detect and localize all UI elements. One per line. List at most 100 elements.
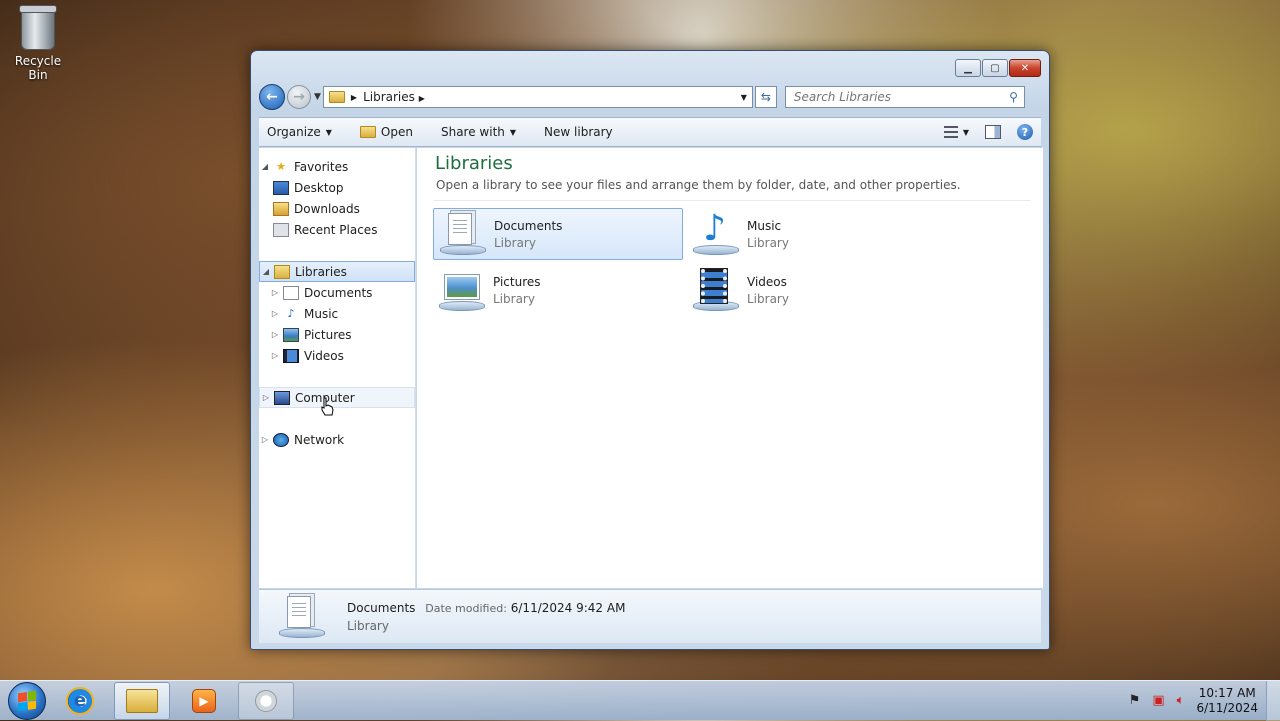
- documents-icon: [283, 285, 299, 300]
- expand-arrow-icon[interactable]: ◢: [260, 267, 272, 276]
- command-bar: Organize ▼ Open Share with ▼ New library…: [259, 117, 1041, 147]
- expand-arrow-icon[interactable]: ◢: [259, 162, 271, 171]
- collapsed-arrow-icon[interactable]: ▷: [260, 393, 272, 402]
- back-button[interactable]: ←: [259, 84, 285, 110]
- library-item-music[interactable]: ♪ Music Library: [687, 208, 937, 260]
- nav-videos[interactable]: ▷ Videos: [259, 345, 415, 366]
- nav-libraries[interactable]: ◢ Libraries: [259, 261, 415, 282]
- show-desktop-button[interactable]: [1266, 681, 1280, 721]
- share-with-button[interactable]: Share with ▼: [441, 125, 516, 139]
- media-player-icon: ▶: [192, 688, 216, 713]
- videos-icon: [283, 348, 299, 363]
- network-icon: [273, 432, 289, 447]
- breadcrumb-separator-icon[interactable]: ▶: [351, 93, 357, 102]
- page-title: Libraries: [435, 153, 513, 174]
- divider: [433, 200, 1031, 201]
- star-icon: ★: [276, 160, 286, 173]
- taskbar-windows-explorer[interactable]: [114, 681, 170, 720]
- network-status-icon[interactable]: ▣: [1152, 693, 1164, 708]
- nav-favorites[interactable]: ◢ ★ Favorites: [259, 156, 415, 177]
- desktop-icon: [273, 180, 289, 195]
- clock[interactable]: 10:17 AM 6/11/2024: [1196, 686, 1258, 716]
- refresh-icon: ⇆: [760, 90, 771, 104]
- nav-downloads[interactable]: Downloads: [259, 198, 415, 219]
- views-icon: [943, 126, 958, 138]
- recycle-bin-icon: [19, 5, 57, 50]
- address-dropdown-icon[interactable]: ▼: [741, 93, 747, 102]
- taskbar: e ▶ ⚑ ▣ 🔈︎ 10:17 AM 6/11/2024: [0, 680, 1280, 721]
- search-input[interactable]: [791, 89, 1010, 105]
- collapsed-arrow-icon[interactable]: ▷: [269, 288, 281, 297]
- system-tray: ⚑ ▣ 🔈︎ 10:17 AM 6/11/2024: [1129, 686, 1280, 716]
- windows-logo-icon: [18, 690, 36, 711]
- back-arrow-icon: ←: [266, 89, 278, 105]
- windows-explorer-icon: [126, 688, 158, 713]
- new-library-button[interactable]: New library: [544, 125, 613, 139]
- internet-explorer-icon: e: [66, 686, 94, 715]
- taskbar-media-player[interactable]: ▶: [176, 682, 232, 720]
- chevron-down-icon: ▼: [509, 127, 517, 137]
- details-pane: Documents Date modified: 6/11/2024 9:42 …: [259, 589, 1041, 643]
- chevron-down-icon: ▼: [325, 127, 332, 137]
- forward-arrow-icon: →: [293, 89, 305, 105]
- collapsed-arrow-icon[interactable]: ▷: [259, 435, 271, 444]
- open-folder-icon: [359, 126, 376, 138]
- recycle-bin-label: Recycle Bin: [14, 54, 62, 82]
- content-pane: Libraries Open a library to see your fil…: [417, 148, 1043, 588]
- preview-pane-icon[interactable]: [985, 125, 1001, 139]
- organize-button[interactable]: Organize ▼: [267, 125, 332, 139]
- taskbar-open-app[interactable]: [238, 681, 294, 720]
- nav-pictures[interactable]: ▷ Pictures: [259, 324, 415, 345]
- recent-places-icon: [273, 222, 289, 237]
- details-date-label: Date modified:: [425, 601, 507, 615]
- library-item-pictures[interactable]: Pictures Library: [433, 264, 683, 316]
- help-icon[interactable]: ?: [1017, 124, 1033, 140]
- start-button[interactable]: [8, 681, 46, 720]
- chevron-down-icon[interactable]: ▼: [963, 128, 969, 137]
- page-description: Open a library to see your files and arr…: [436, 178, 961, 192]
- nav-computer[interactable]: ▷ Computer: [259, 387, 415, 408]
- close-button[interactable]: ✕: [1009, 59, 1041, 77]
- details-type: Library: [347, 618, 389, 633]
- search-box[interactable]: ⚲: [784, 86, 1025, 108]
- nav-network[interactable]: ▷ Network: [259, 429, 415, 450]
- documents-library-icon: [438, 211, 488, 257]
- library-item-documents[interactable]: Documents Library: [433, 208, 683, 260]
- open-button[interactable]: Open: [359, 125, 413, 139]
- hand-cursor-icon: [321, 397, 334, 416]
- forward-button[interactable]: →: [287, 85, 311, 109]
- nav-desktop[interactable]: Desktop: [259, 177, 415, 198]
- library-item-videos[interactable]: Videos Library: [687, 264, 937, 316]
- clock-date: 6/11/2024: [1196, 700, 1258, 715]
- details-date-value: 6/11/2024 9:42 AM: [510, 600, 626, 615]
- navigation-pane: ◢ ★ Favorites Desktop Downloads Recent P…: [259, 148, 416, 588]
- nav-music[interactable]: ▷ ♪ Music: [259, 303, 415, 324]
- collapsed-arrow-icon[interactable]: ▷: [269, 330, 281, 339]
- search-icon[interactable]: ⚲: [1009, 90, 1018, 104]
- details-name: Documents: [347, 600, 416, 615]
- volume-muted-icon[interactable]: 🔈︎: [1177, 693, 1185, 708]
- address-row: ← → ▼ ▶ Libraries ▶ ▼ ⇆ ⚲: [259, 84, 1041, 110]
- address-bar[interactable]: ▶ Libraries ▶ ▼: [322, 86, 753, 108]
- change-view-button[interactable]: ▼: [943, 126, 969, 138]
- maximize-button[interactable]: ▢: [982, 59, 1008, 77]
- breadcrumb-chevron-icon[interactable]: ▶: [419, 94, 425, 103]
- action-center-flag-icon[interactable]: ⚑: [1129, 693, 1141, 708]
- downloads-icon: [273, 201, 289, 216]
- recycle-bin-desktop-icon[interactable]: Recycle Bin: [6, 5, 70, 82]
- refresh-button[interactable]: ⇆: [754, 86, 777, 108]
- window-controls: ▁ ▢ ✕: [955, 59, 1041, 77]
- disc-app-icon: [255, 689, 277, 712]
- clock-time: 10:17 AM: [1198, 685, 1256, 700]
- breadcrumb-libraries[interactable]: Libraries: [363, 90, 415, 104]
- recent-pages-dropdown[interactable]: ▼: [314, 92, 321, 102]
- nav-documents[interactable]: ▷ Documents: [259, 282, 415, 303]
- music-note-icon: ♪: [287, 307, 295, 320]
- nav-recent-places[interactable]: Recent Places: [259, 219, 415, 240]
- minimize-button[interactable]: ▁: [955, 59, 981, 77]
- collapsed-arrow-icon[interactable]: ▷: [269, 309, 281, 318]
- taskbar-internet-explorer[interactable]: e: [52, 682, 108, 720]
- collapsed-arrow-icon[interactable]: ▷: [269, 351, 281, 360]
- pictures-library-icon: [437, 267, 487, 313]
- pictures-icon: [283, 327, 299, 342]
